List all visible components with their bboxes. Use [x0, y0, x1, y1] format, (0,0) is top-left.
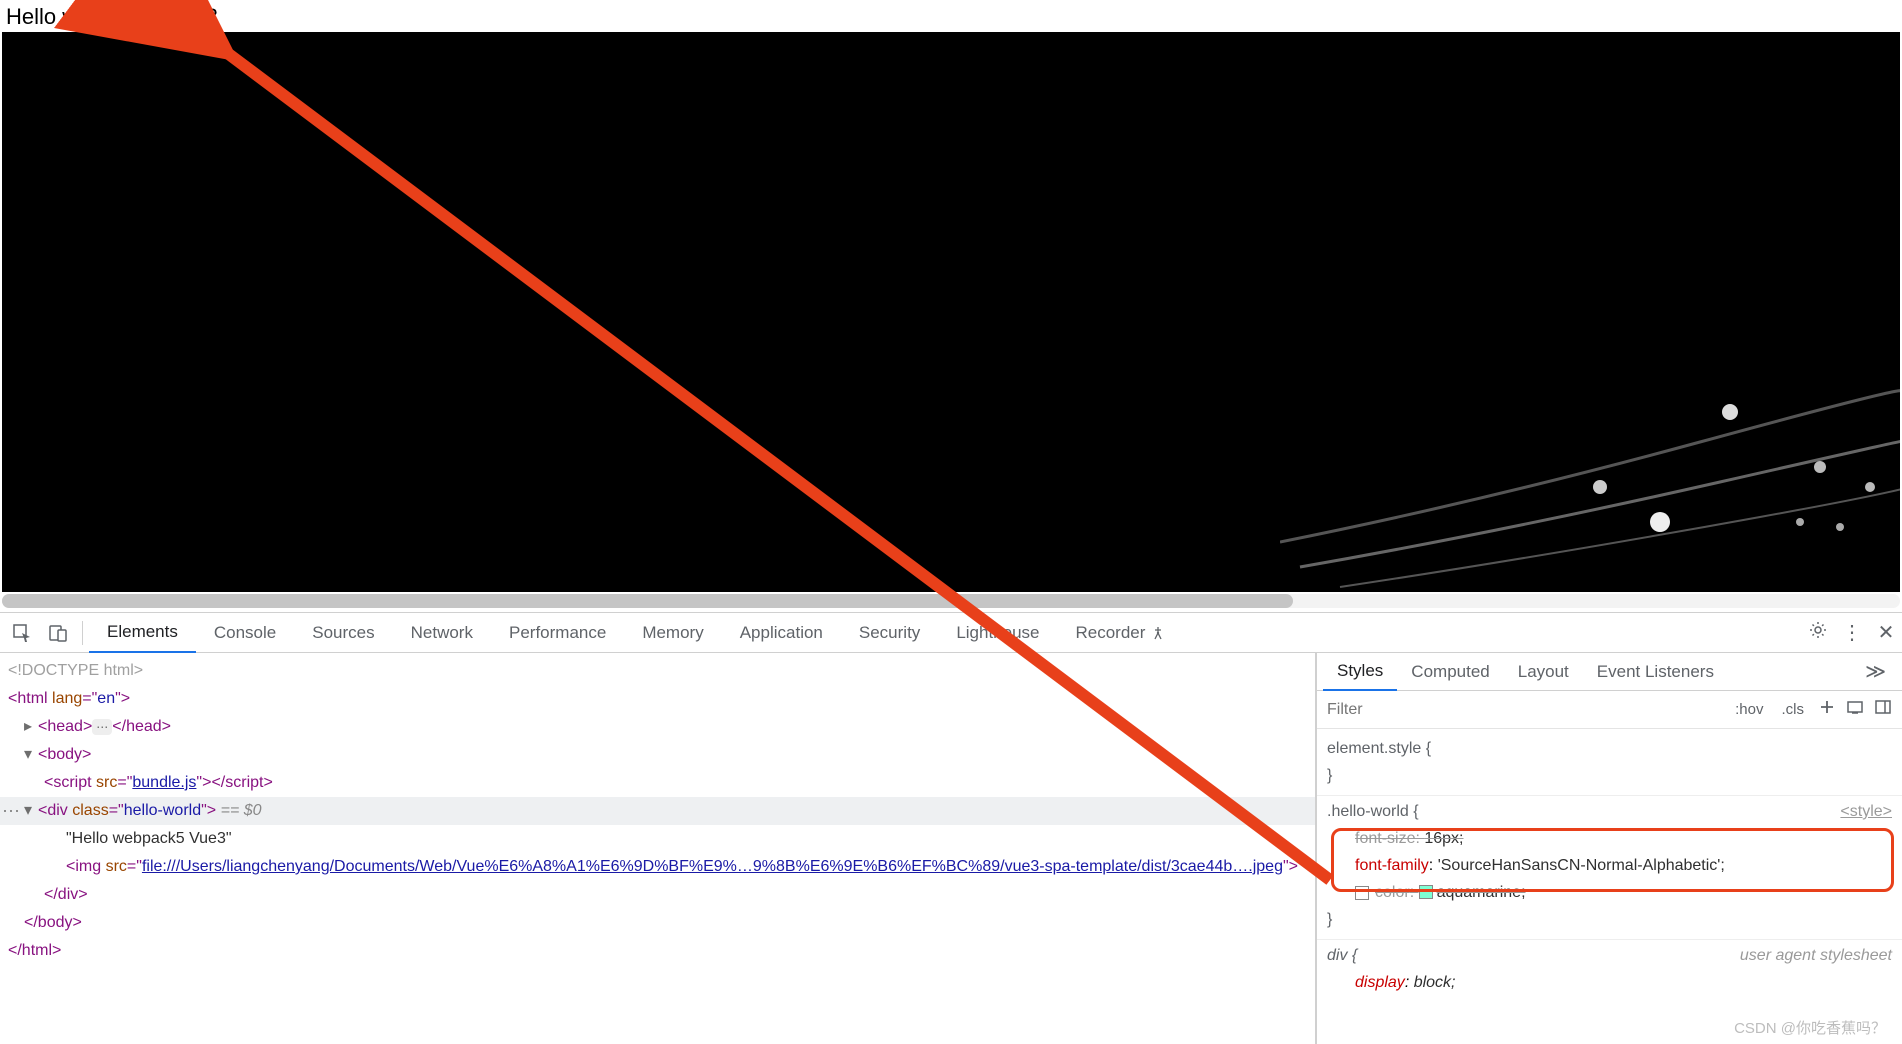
horizontal-scrollbar[interactable]	[2, 594, 1900, 608]
body-tag[interactable]: <body>	[38, 746, 91, 763]
selected-node[interactable]: ⋯ ▾<div class="hello-world"> == $0	[0, 797, 1315, 825]
head-tag[interactable]: <head>	[38, 718, 92, 735]
div-close[interactable]: </div>	[44, 886, 88, 903]
hov-button[interactable]: :hov	[1729, 699, 1769, 720]
elements-tree[interactable]: <!DOCTYPE html> <html lang="en"> ▸<head>…	[0, 653, 1316, 1044]
cls-button[interactable]: .cls	[1776, 699, 1811, 720]
caret-icon[interactable]: ▸	[24, 713, 38, 741]
decl-font-family[interactable]: font-family: 'SourceHanSansCN-Normal-Alp…	[1327, 852, 1892, 879]
color-swatch-icon[interactable]	[1419, 885, 1433, 899]
checkbox-icon[interactable]	[1355, 886, 1369, 900]
css-rules[interactable]: element.style { } <style> .hello-world {…	[1317, 729, 1902, 1044]
rule-origin-ua: user agent stylesheet	[1740, 942, 1892, 969]
tab-console[interactable]: Console	[196, 613, 294, 653]
caret-down-icon[interactable]: ▾	[24, 741, 38, 769]
tab-elements[interactable]: Elements	[89, 613, 196, 653]
decl-display: display: block;	[1327, 969, 1892, 996]
rule-hello-world[interactable]: <style> .hello-world { font-size: 16px; …	[1317, 796, 1902, 940]
rendered-page: Hello webpack5 Vue3	[0, 0, 1902, 600]
tab-application[interactable]: Application	[722, 613, 841, 653]
rule-div-ua[interactable]: user agent stylesheet div { display: blo…	[1317, 940, 1902, 1002]
close-icon[interactable]: ✕	[1874, 620, 1898, 645]
devtools-tabs: Elements Console Sources Network Perform…	[0, 613, 1902, 653]
body-close[interactable]: </body>	[24, 914, 82, 931]
img-node[interactable]: <img src="file:///Users/liangchenyang/Do…	[0, 853, 1315, 881]
settings-icon[interactable]	[1806, 620, 1830, 646]
device-toggle-icon[interactable]	[44, 619, 72, 647]
rule-origin-link[interactable]: <style>	[1840, 798, 1892, 825]
page-image	[2, 32, 1900, 592]
html-close[interactable]: </html>	[8, 942, 61, 959]
inspect-icon[interactable]	[8, 619, 36, 647]
divider	[82, 621, 83, 645]
watermark: CSDN @你吃香蕉吗？	[1734, 1017, 1886, 1038]
styles-sidebar: Styles Computed Layout Event Listeners ≫…	[1316, 653, 1902, 1044]
script-node[interactable]: <script src="bundle.js"></script>	[0, 769, 1315, 797]
tab-sources[interactable]: Sources	[294, 613, 392, 653]
tab-performance[interactable]: Performance	[491, 613, 624, 653]
filter-input[interactable]	[1317, 701, 1729, 719]
computed-toggle-icon[interactable]	[1844, 698, 1866, 721]
page-heading: Hello webpack5 Vue3	[0, 0, 1902, 34]
styles-tabs: Styles Computed Layout Event Listeners ≫	[1317, 653, 1902, 691]
doctype: <!DOCTYPE html>	[8, 662, 143, 679]
tab-security[interactable]: Security	[841, 613, 938, 653]
more-tabs-icon[interactable]: ≫	[1855, 659, 1896, 684]
new-rule-icon[interactable]	[1816, 698, 1838, 721]
kebab-menu-icon[interactable]: ⋮	[1840, 620, 1864, 645]
html-open[interactable]: <html lang="en">	[8, 690, 130, 707]
decl-font-size[interactable]: font-size: 16px;	[1327, 825, 1892, 852]
tab-styles[interactable]: Styles	[1323, 653, 1397, 691]
filter-row: :hov .cls	[1317, 691, 1902, 729]
panel-layout-icon[interactable]	[1872, 698, 1894, 721]
tab-computed[interactable]: Computed	[1397, 653, 1503, 691]
tab-event-listeners[interactable]: Event Listeners	[1583, 653, 1728, 691]
ellipsis-icon[interactable]: ⋯	[92, 719, 112, 735]
tab-recorder[interactable]: Recorder	[1058, 613, 1186, 653]
scrollbar-thumb[interactable]	[2, 594, 1293, 608]
tab-network[interactable]: Network	[393, 613, 491, 653]
tab-lighthouse[interactable]: Lighthouse	[938, 613, 1057, 653]
tab-memory[interactable]: Memory	[624, 613, 721, 653]
caret-down-icon[interactable]: ▾	[24, 797, 38, 825]
devtools: Elements Console Sources Network Perform…	[0, 612, 1902, 1044]
decl-color[interactable]: color: aquamarine;	[1327, 879, 1892, 906]
rule-element-style[interactable]: element.style { }	[1317, 733, 1902, 796]
more-actions-icon[interactable]: ⋯	[2, 797, 20, 825]
text-node[interactable]: "Hello webpack5 Vue3"	[0, 825, 1315, 853]
tab-layout[interactable]: Layout	[1504, 653, 1583, 691]
